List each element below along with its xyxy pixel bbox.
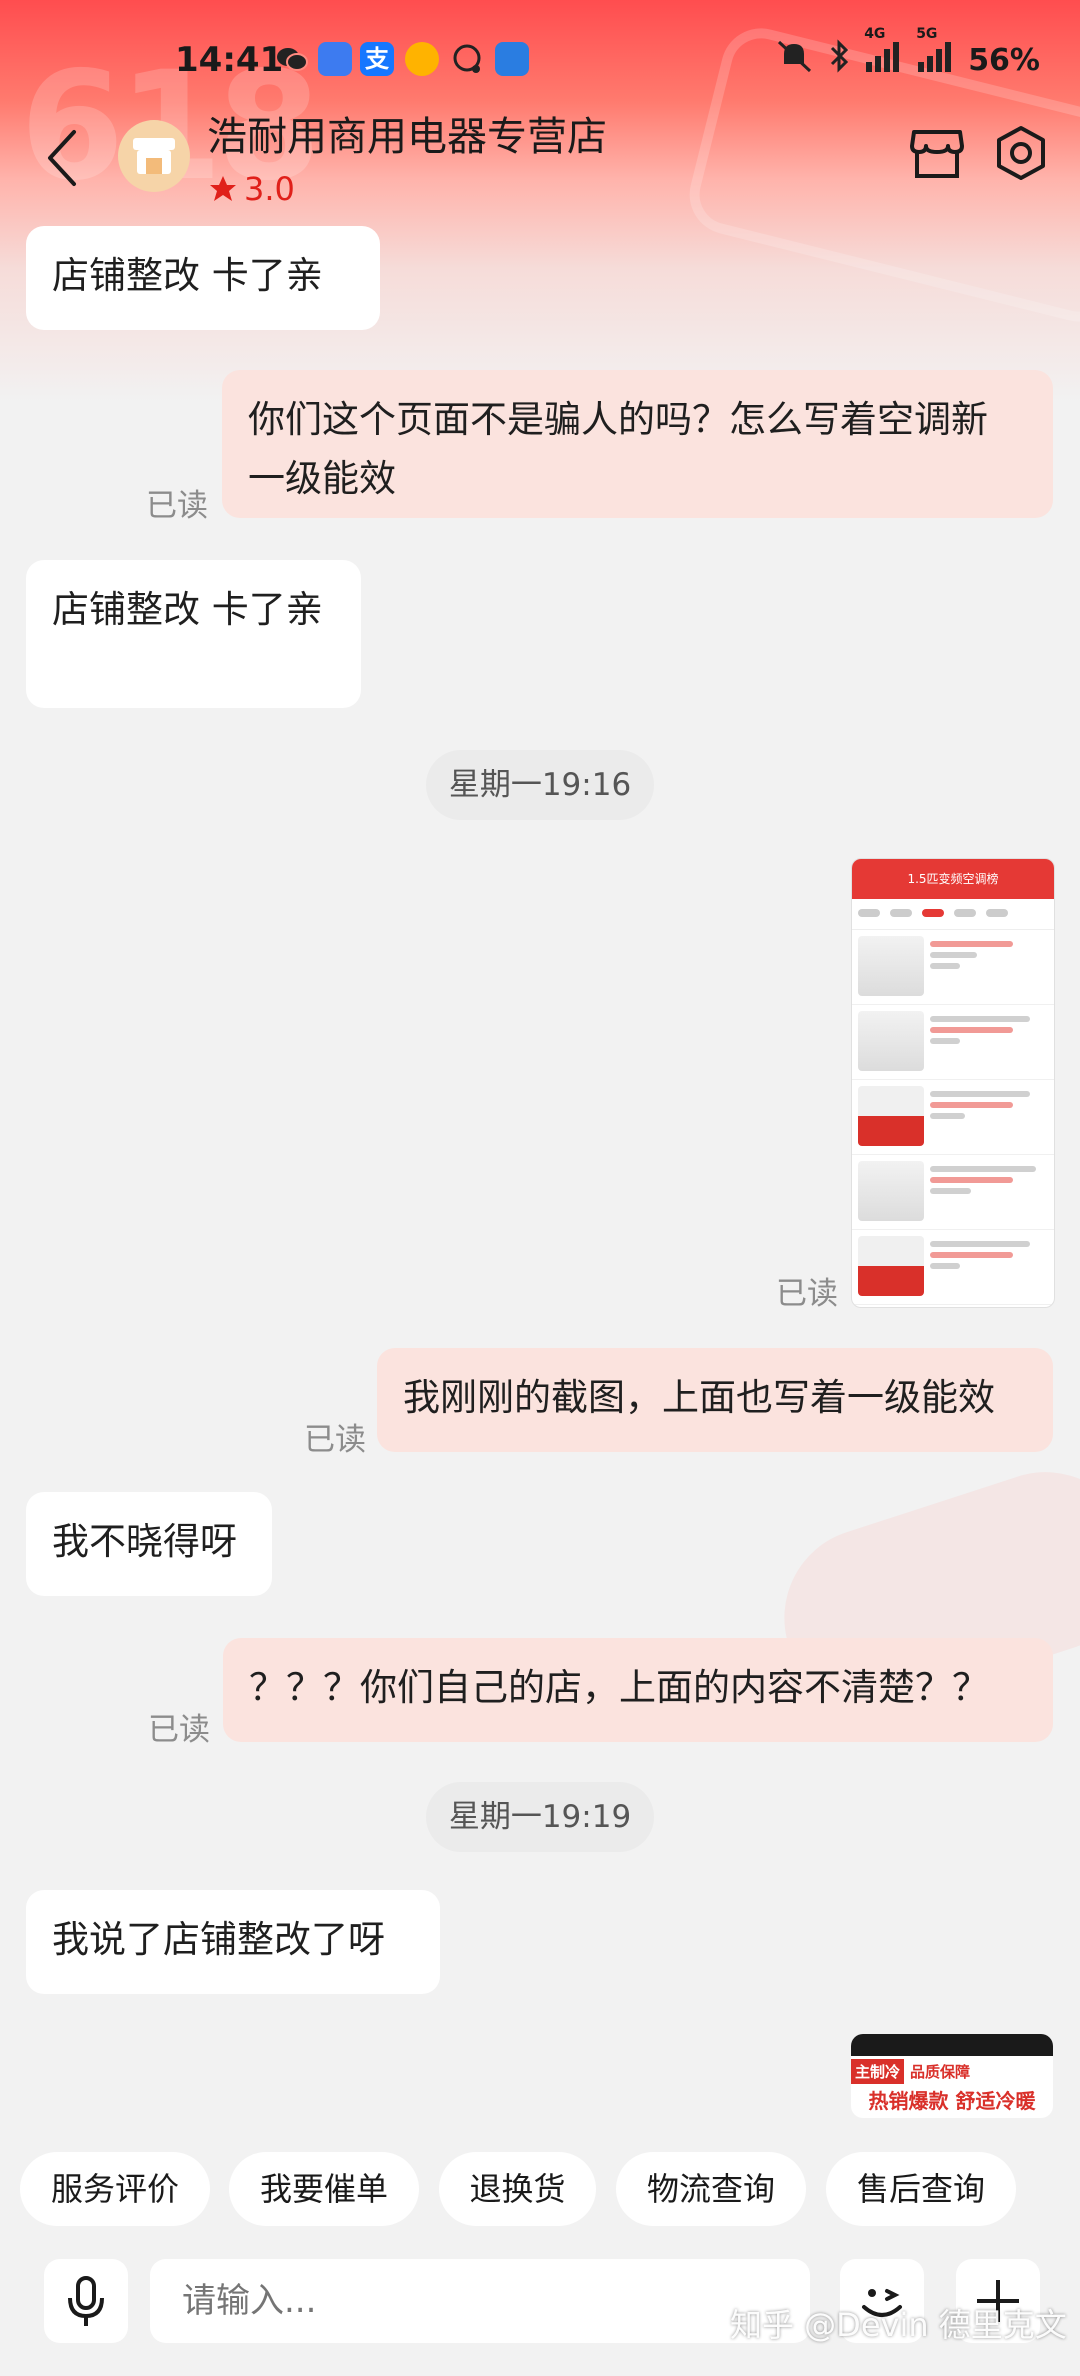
promo-tag: 品质保障 bbox=[910, 2062, 971, 2081]
message-bubble-sent[interactable]: 我刚刚的截图，上面也写着一级能效 bbox=[377, 1348, 1053, 1452]
microphone-icon bbox=[68, 2276, 104, 2326]
voice-input-button[interactable] bbox=[44, 2259, 128, 2343]
screenshot-product-row bbox=[852, 930, 1054, 1005]
screenshot-product-row bbox=[852, 1005, 1054, 1080]
alipay-icon: 支 bbox=[360, 42, 394, 76]
back-chevron-icon bbox=[48, 130, 76, 186]
screenshot-tabs bbox=[852, 899, 1054, 930]
quick-action-after-sales[interactable]: 售后查询 bbox=[826, 2152, 1016, 2226]
message-text-line: 一级能效 bbox=[248, 457, 396, 500]
back-button[interactable] bbox=[40, 118, 90, 198]
image-message-screenshot[interactable]: 1.5匹变频空调榜 bbox=[851, 858, 1055, 1308]
message-bubble-received[interactable]: 我说了店铺整改了呀 bbox=[26, 1890, 440, 1994]
store-icon bbox=[910, 130, 964, 178]
product-card-message[interactable]: 主制冷 品质保障 热销爆款 舒适冷暖 bbox=[851, 2034, 1053, 2118]
store-button[interactable] bbox=[908, 124, 966, 182]
message-bubble-sent[interactable]: 你们这个页面不是骗人的吗？怎么写着空调新 一级能效 bbox=[222, 370, 1053, 518]
status-time: 14:41 bbox=[175, 40, 284, 80]
star-icon bbox=[210, 176, 236, 201]
message-bubble-sent[interactable]: ？？？你们自己的店，上面的内容不清楚？？ bbox=[223, 1638, 1053, 1742]
read-receipt: 已读 bbox=[304, 1422, 366, 1458]
message-bubble-received[interactable]: 我不晓得呀 bbox=[26, 1492, 272, 1596]
shop-name[interactable]: 浩耐用商用电器专营店 bbox=[207, 104, 607, 162]
message-text-line: 你们这个页面不是骗人的吗？怎么写着空调新 bbox=[248, 398, 988, 441]
promo-headline: 热销爆款 舒适冷暖 bbox=[868, 2089, 1036, 2113]
signal-1-icon: 4G bbox=[864, 26, 902, 80]
shop-awning-icon bbox=[133, 138, 175, 174]
screenshot-product-row bbox=[852, 1230, 1054, 1305]
bluetooth-icon bbox=[828, 38, 850, 82]
mail-app-icon bbox=[318, 42, 352, 76]
system-status-icons: 4G 5G 56% bbox=[774, 26, 1040, 82]
quick-action-logistics[interactable]: 物流查询 bbox=[616, 2152, 806, 2226]
app-icon bbox=[405, 42, 439, 76]
shop-rating: 3.0 bbox=[208, 170, 295, 208]
settings-button[interactable] bbox=[992, 124, 1050, 182]
timestamp-divider: 星期一19:19 bbox=[426, 1782, 654, 1852]
shop-avatar[interactable] bbox=[118, 120, 190, 192]
wechat-icon bbox=[275, 42, 309, 76]
message-input[interactable] bbox=[150, 2259, 810, 2343]
status-bar: 14:41 支 4G 5G 56% bbox=[0, 0, 1080, 120]
rating-value: 3.0 bbox=[244, 170, 295, 208]
promo-tag: 主制冷 bbox=[851, 2058, 905, 2084]
chat-bubble-icon bbox=[450, 42, 484, 76]
message-bubble-received[interactable]: 店铺整改 卡了亲 bbox=[26, 560, 361, 708]
timestamp-divider: 星期一19:16 bbox=[426, 750, 654, 820]
screenshot-title-bar: 1.5匹变频空调榜 bbox=[852, 859, 1054, 899]
read-receipt: 已读 bbox=[776, 1276, 838, 1312]
battery-percent: 56% bbox=[968, 42, 1040, 78]
screenshot-product-row bbox=[852, 1155, 1054, 1230]
message-bubble-received[interactable]: 店铺整改 卡了亲 bbox=[26, 226, 380, 330]
read-receipt: 已读 bbox=[148, 1712, 210, 1748]
quick-action-urge-order[interactable]: 我要催单 bbox=[229, 2152, 419, 2226]
mute-bell-icon bbox=[774, 38, 814, 82]
signal-2-icon: 5G bbox=[916, 26, 954, 80]
watermark-text: 知乎 @Devin 德里克文 bbox=[730, 2306, 1067, 2344]
quick-action-return-exchange[interactable]: 退换货 bbox=[439, 2152, 596, 2226]
quick-action-service-rating[interactable]: 服务评价 bbox=[20, 2152, 210, 2226]
screenshot-product-row bbox=[852, 1080, 1054, 1155]
read-receipt: 已读 bbox=[146, 488, 208, 524]
app-icon bbox=[495, 42, 529, 76]
settings-hex-icon bbox=[997, 126, 1045, 180]
